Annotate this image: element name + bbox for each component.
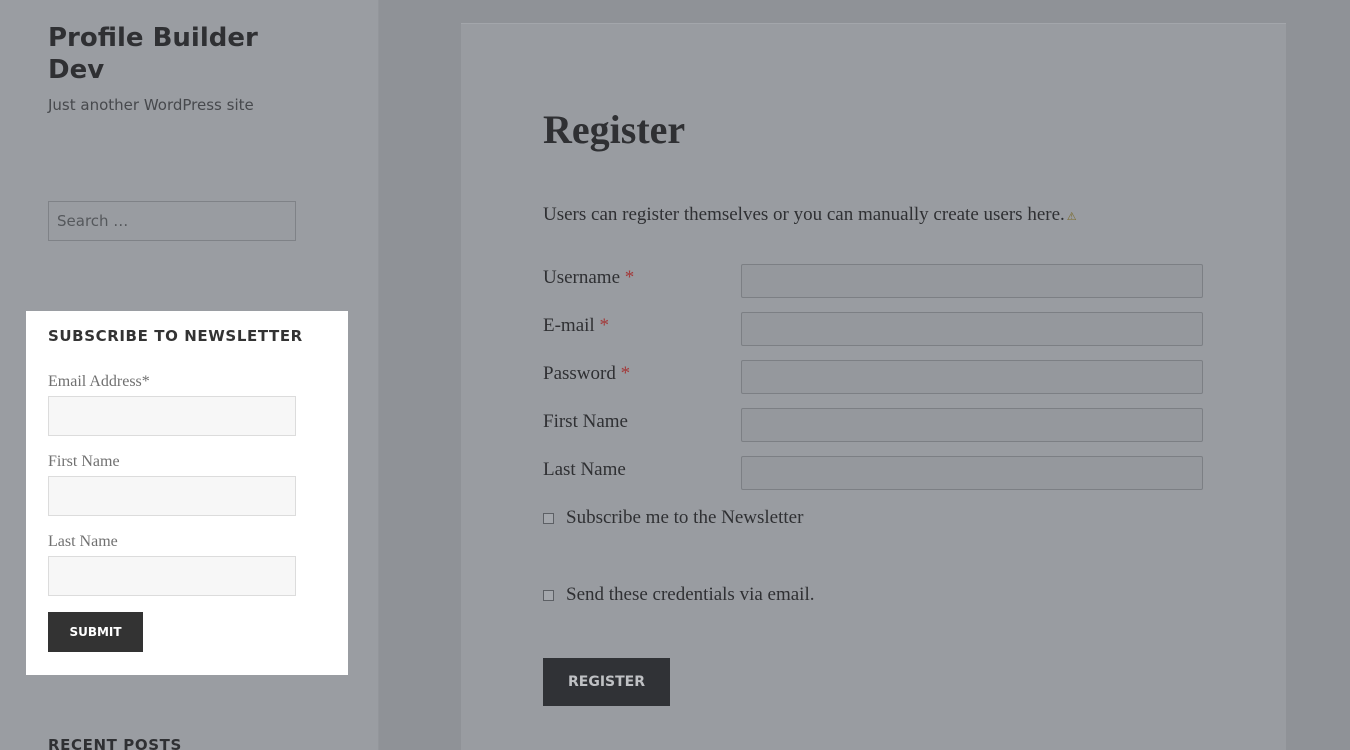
password-label: Password *	[543, 363, 630, 385]
username-field[interactable]	[741, 264, 1203, 298]
required-marker: *	[620, 363, 631, 384]
newsletter-last-name-field[interactable]	[48, 556, 296, 596]
newsletter-email-field[interactable]	[48, 396, 296, 436]
send-credentials-checkbox[interactable]	[543, 589, 554, 601]
site-description: Just another WordPress site	[48, 96, 254, 114]
sidebar-divider	[378, 0, 379, 750]
last-name-label: Last Name	[48, 533, 118, 550]
email-label: E-mail *	[543, 315, 609, 337]
search-input[interactable]	[48, 201, 296, 241]
last-name-label-text: Last Name	[543, 459, 626, 480]
first-name-label: First Name	[543, 411, 628, 433]
send-credentials-row[interactable]: Send these credentials via email.	[543, 584, 815, 606]
register-button[interactable]: REGISTER	[543, 658, 670, 706]
warning-icon: ⚠	[1066, 211, 1077, 223]
required-marker: *	[599, 315, 609, 336]
password-field[interactable]	[741, 360, 1203, 394]
newsletter-widget: SUBSCRIBE TO NEWSLETTER Email Address* F…	[26, 311, 348, 675]
newsletter-submit-button[interactable]: SUBMIT	[48, 612, 143, 652]
page-title: Register	[543, 107, 686, 152]
newsletter-subscribe-checkbox[interactable]	[543, 512, 554, 524]
password-label-text: Password	[543, 363, 616, 384]
username-label: Username *	[543, 267, 634, 289]
username-label-text: Username	[543, 267, 621, 288]
intro-text: Users can register themselves or you can…	[543, 204, 1077, 226]
site-title[interactable]: Profile Builder Dev	[48, 22, 288, 86]
last-name-label: Last Name	[543, 459, 626, 481]
email-label: Email Address*	[48, 373, 150, 390]
email-label-text: E-mail	[543, 315, 595, 336]
first-name-field[interactable]	[741, 408, 1203, 442]
first-name-label: First Name	[48, 453, 120, 470]
last-name-field[interactable]	[741, 456, 1203, 490]
recent-posts-title: RECENT POSTS	[48, 736, 182, 750]
newsletter-title: SUBSCRIBE TO NEWSLETTER	[48, 327, 303, 345]
newsletter-subscribe-label[interactable]: Subscribe me to the Newsletter	[566, 507, 803, 529]
intro-text-content: Users can register themselves or you can…	[543, 204, 1065, 225]
send-credentials-label[interactable]: Send these credentials via email.	[566, 584, 815, 606]
newsletter-first-name-field[interactable]	[48, 476, 296, 516]
newsletter-subscribe-row[interactable]: Subscribe me to the Newsletter	[543, 507, 803, 529]
required-marker: *	[624, 267, 635, 288]
email-field[interactable]	[741, 312, 1203, 346]
first-name-label-text: First Name	[543, 411, 628, 432]
